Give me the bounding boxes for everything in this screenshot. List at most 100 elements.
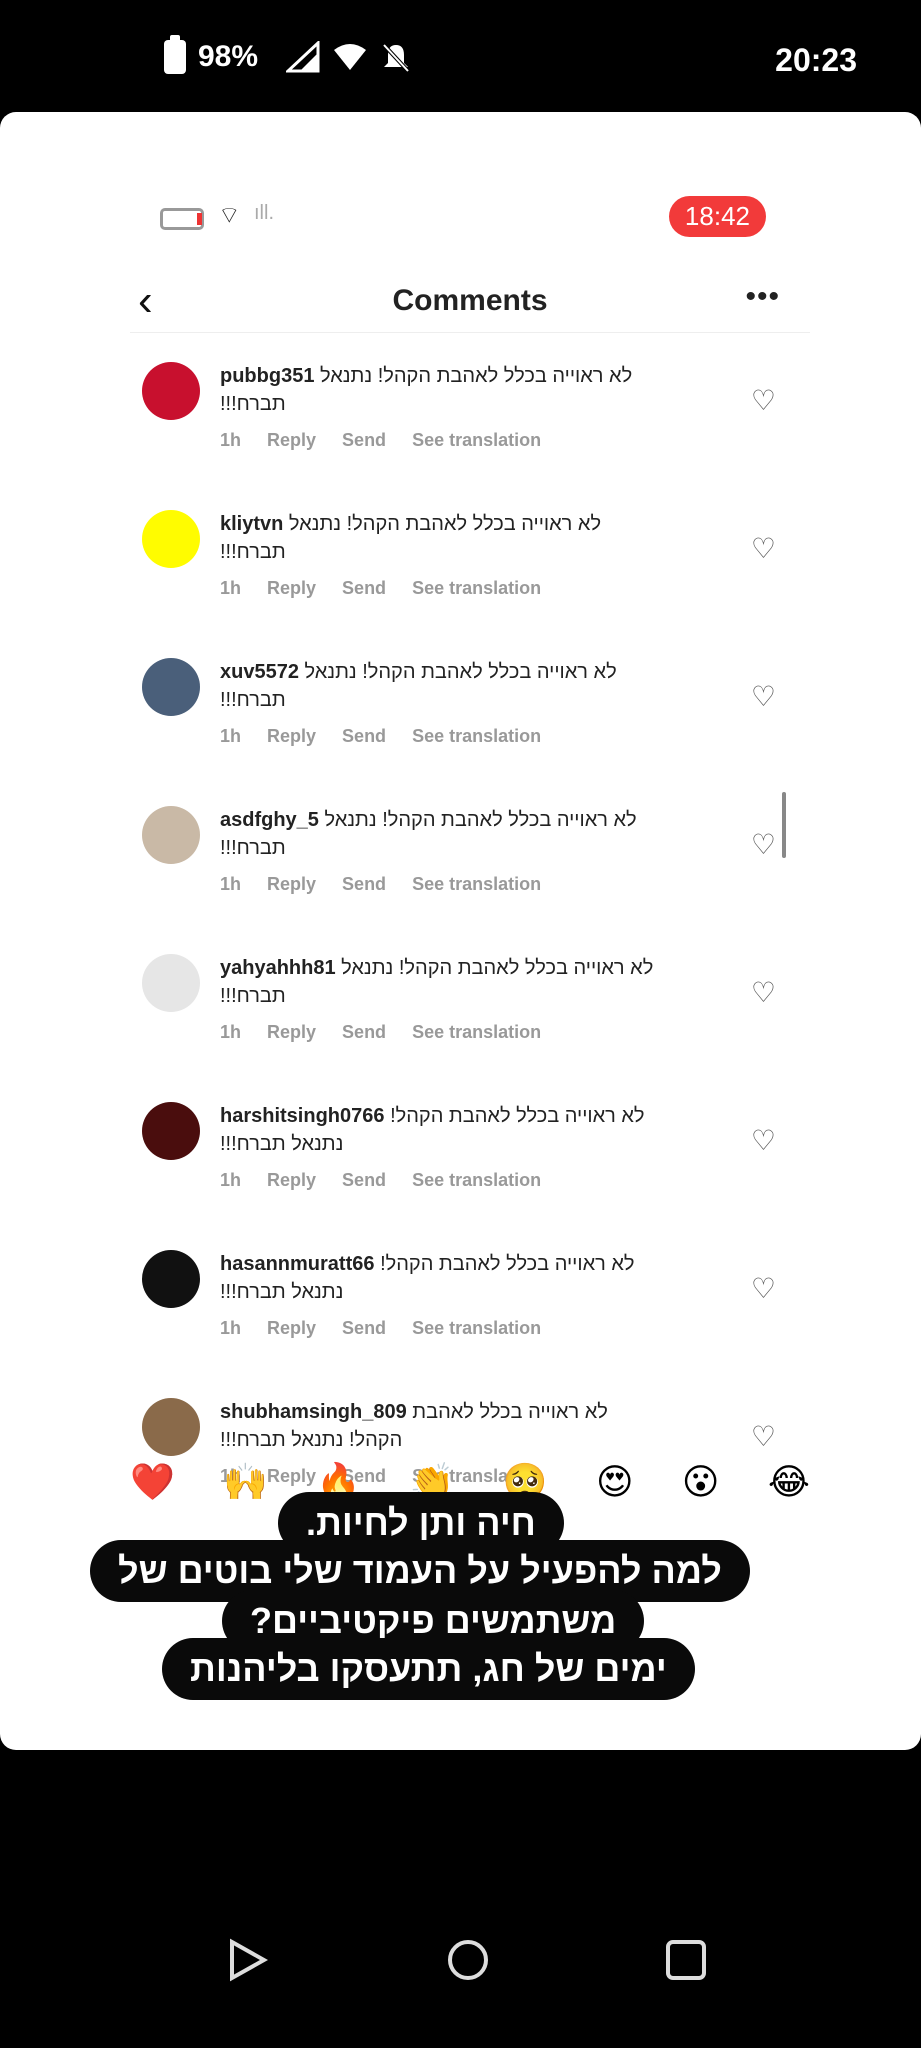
comment-time: 1h xyxy=(220,1022,242,1042)
inner-wifi-icon: ⌔ xyxy=(218,202,241,229)
send-button[interactable]: Send xyxy=(342,1318,386,1339)
comment-meta: 1h Reply Send See translation xyxy=(220,1170,541,1191)
page-title: Comments xyxy=(392,284,548,317)
comment-username[interactable]: shubhamsingh_809 xyxy=(220,1401,407,1423)
avatar[interactable] xyxy=(142,806,200,864)
comment-row: pubbg351 לא ראוייה בכלל לאהבת הקהל! נתנא… xyxy=(130,362,810,502)
reply-button[interactable]: Reply xyxy=(267,1022,316,1043)
see-translation-button[interactable]: See translation xyxy=(412,726,541,747)
navigation-bar xyxy=(0,1900,921,2020)
comment-time: 1h xyxy=(220,430,242,450)
send-button[interactable]: Send xyxy=(342,1170,386,1191)
comment-text: kliytvn לא ראוייה בכלל לאהבת הקהל! נתנאל… xyxy=(220,510,660,566)
send-button[interactable]: Send xyxy=(342,430,386,451)
emoji-reaction[interactable]: ❤️ xyxy=(130,1461,175,1503)
back-button[interactable] xyxy=(216,1930,276,1990)
comment-text: yahyahhh81 לא ראוייה בכלל לאהבת הקהל! נת… xyxy=(220,954,660,1010)
send-button[interactable]: Send xyxy=(342,1022,386,1043)
reply-button[interactable]: Reply xyxy=(267,578,316,599)
embedded-screenshot: ⌔ ıll. 18:42 ‹ Comments ••• pubbg351 לא … xyxy=(130,172,810,1552)
comment-text: hasannmuratt66 לא ראוייה בכלל לאהבת הקהל… xyxy=(220,1250,660,1306)
more-options-icon[interactable]: ••• xyxy=(745,280,780,314)
comment-username[interactable]: kliytvn xyxy=(220,513,283,535)
caption-line-4: ימים של חג, תתעסקו בליהנות xyxy=(162,1638,695,1700)
comment-username[interactable]: pubbg351 xyxy=(220,365,314,387)
like-heart-icon[interactable]: ♡ xyxy=(751,1124,776,1157)
comment-row: yahyahhh81 לא ראוייה בכלל לאהבת הקהל! נת… xyxy=(130,954,810,1094)
emoji-reaction[interactable]: 😍 xyxy=(596,1461,634,1503)
emoji-reaction[interactable]: 😮 xyxy=(682,1461,720,1503)
wifi-icon xyxy=(334,44,367,70)
comment-time: 1h xyxy=(220,874,242,894)
comment-row: hasannmuratt66 לא ראוייה בכלל לאהבת הקהל… xyxy=(130,1250,810,1390)
like-heart-icon[interactable]: ♡ xyxy=(751,1420,776,1453)
like-heart-icon[interactable]: ♡ xyxy=(751,384,776,417)
reply-button[interactable]: Reply xyxy=(267,874,316,895)
comment-time: 1h xyxy=(220,726,242,746)
comments-header: ‹ Comments ••• xyxy=(130,262,810,333)
battery-icon xyxy=(164,35,186,74)
avatar[interactable] xyxy=(142,1398,200,1456)
comment-username[interactable]: xuv5572 xyxy=(220,661,299,683)
clock: 20:23 xyxy=(775,42,857,78)
comment-meta: 1h Reply Send See translation xyxy=(220,578,541,599)
comment-text: pubbg351 לא ראוייה בכלל לאהבת הקהל! נתנא… xyxy=(220,362,660,418)
comment-time: 1h xyxy=(220,1170,242,1190)
like-heart-icon[interactable]: ♡ xyxy=(751,680,776,713)
status-bar: 98% 20:23 xyxy=(0,0,921,112)
avatar[interactable] xyxy=(142,1102,200,1160)
comment-username[interactable]: harshitsingh0766 xyxy=(220,1105,385,1127)
comment-meta: 1h Reply Send See translation xyxy=(220,1318,541,1339)
like-heart-icon[interactable]: ♡ xyxy=(751,532,776,565)
comment-text: shubhamsingh_809 לא ראוייה בכלל לאהבת הק… xyxy=(220,1398,660,1454)
see-translation-button[interactable]: See translation xyxy=(412,430,541,451)
avatar[interactable] xyxy=(142,658,200,716)
comment-text: xuv5572 לא ראוייה בכלל לאהבת הקהל! נתנאל… xyxy=(220,658,660,714)
avatar[interactable] xyxy=(142,510,200,568)
emoji-reaction[interactable]: 🙌 xyxy=(223,1461,268,1503)
see-translation-button[interactable]: See translation xyxy=(412,1022,541,1043)
send-button[interactable]: Send xyxy=(342,726,386,747)
mute-icon xyxy=(382,43,410,73)
inner-time-badge: 18:42 xyxy=(668,196,766,237)
signal-icon xyxy=(286,41,320,73)
comment-meta: 1h Reply Send See translation xyxy=(220,726,541,747)
comment-row: asdfghy_5 לא ראוייה בכלל לאהבת הקהל! נתנ… xyxy=(130,806,810,946)
comment-meta: 1h Reply Send See translation xyxy=(220,874,541,895)
see-translation-button[interactable]: See translation xyxy=(412,874,541,895)
back-triangle-icon xyxy=(230,1938,268,1982)
reply-button[interactable]: Reply xyxy=(267,1170,316,1191)
avatar[interactable] xyxy=(142,362,200,420)
avatar[interactable] xyxy=(142,1250,200,1308)
like-heart-icon[interactable]: ♡ xyxy=(751,1272,776,1305)
comment-username[interactable]: hasannmuratt66 xyxy=(220,1253,375,1275)
comment-meta: 1h Reply Send See translation xyxy=(220,430,541,451)
see-translation-button[interactable]: See translation xyxy=(412,578,541,599)
emoji-reaction[interactable]: 😂 xyxy=(768,1461,810,1503)
recents-square-icon xyxy=(666,1940,706,1980)
reply-button[interactable]: Reply xyxy=(267,1318,316,1339)
inner-status-bar: ⌔ ıll. 18:42 xyxy=(140,192,800,242)
comment-text: harshitsingh0766 לא ראוייה בכלל לאהבת הק… xyxy=(220,1102,660,1158)
see-translation-button[interactable]: See translation xyxy=(412,1170,541,1191)
status-left: 98% xyxy=(164,35,412,74)
comment-meta: 1h Reply Send See translation xyxy=(220,1022,541,1043)
home-button[interactable] xyxy=(438,1930,498,1990)
reply-button[interactable]: Reply xyxy=(267,726,316,747)
comment-time: 1h xyxy=(220,1318,242,1338)
see-translation-button[interactable]: See translation xyxy=(412,1318,541,1339)
comment-row: harshitsingh0766 לא ראוייה בכלל לאהבת הק… xyxy=(130,1102,810,1242)
send-button[interactable]: Send xyxy=(342,874,386,895)
scrollbar[interactable] xyxy=(782,792,786,858)
avatar[interactable] xyxy=(142,954,200,1012)
comment-username[interactable]: asdfghy_5 xyxy=(220,809,319,831)
send-button[interactable]: Send xyxy=(342,578,386,599)
comment-username[interactable]: yahyahhh81 xyxy=(220,957,336,979)
recents-button[interactable] xyxy=(656,1930,716,1990)
like-heart-icon[interactable]: ♡ xyxy=(751,828,776,861)
like-heart-icon[interactable]: ♡ xyxy=(751,976,776,1009)
inner-signal-icon: ıll. xyxy=(254,202,274,224)
battery-percent: 98% xyxy=(198,40,259,73)
comment-time: 1h xyxy=(220,578,242,598)
reply-button[interactable]: Reply xyxy=(267,430,316,451)
